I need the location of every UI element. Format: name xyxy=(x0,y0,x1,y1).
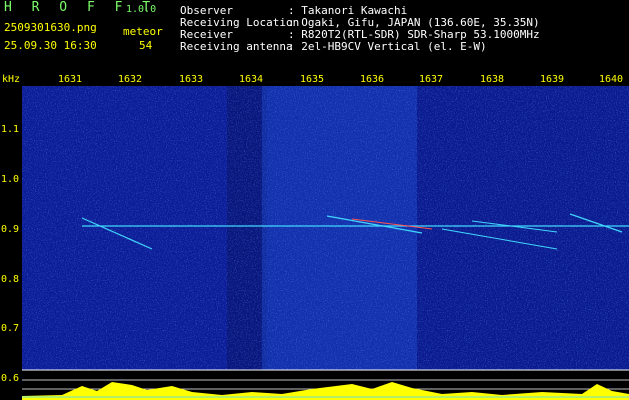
x-tick-label: 1633 xyxy=(179,74,204,85)
x-tick-label: 1631 xyxy=(58,74,83,85)
time-axis: kHz 1631 1632 1633 1634 1635 1636 1637 1… xyxy=(0,74,629,86)
y-tick-label: 1.1 xyxy=(1,124,20,135)
x-tick-label: 1632 xyxy=(118,74,143,85)
antenna-value: : 2el-HB9CV Vertical (el. E-W) xyxy=(288,40,487,53)
file-timestamp: 25.09.30 16:30 xyxy=(4,39,97,52)
y-tick-label: 0.8 xyxy=(1,274,20,285)
x-tick-label: 1634 xyxy=(239,74,264,85)
y-tick-label: 0.7 xyxy=(1,323,20,334)
x-tick-label: 1636 xyxy=(360,74,385,85)
x-tick-label: 1640 xyxy=(599,74,624,85)
x-tick-label: 1639 xyxy=(540,74,565,85)
y-tick-label: 1.0 xyxy=(1,174,20,185)
meteor-label: meteor xyxy=(123,25,163,38)
noise-layer xyxy=(22,86,629,370)
app-version: 1.0.0 xyxy=(126,4,157,15)
file-name: 2509301630.png xyxy=(4,21,97,34)
x-tick-label: 1638 xyxy=(480,74,505,85)
y-tick-label: 0.6 xyxy=(1,373,20,384)
spectrogram-svg xyxy=(22,86,629,400)
meteor-count: 54 xyxy=(139,39,153,52)
x-tick-label: 1635 xyxy=(300,74,325,85)
spectrogram xyxy=(22,86,629,400)
y-tick-label: 0.9 xyxy=(1,224,20,235)
x-tick-label: 1637 xyxy=(419,74,444,85)
header-panel: H R O F F T 1.0.0 2509301630.png 25.09.3… xyxy=(0,0,629,72)
antenna-label: Receiving antenna xyxy=(180,40,293,53)
frequency-axis: 1.1 1.0 0.9 0.8 0.7 0.6 xyxy=(0,74,22,400)
